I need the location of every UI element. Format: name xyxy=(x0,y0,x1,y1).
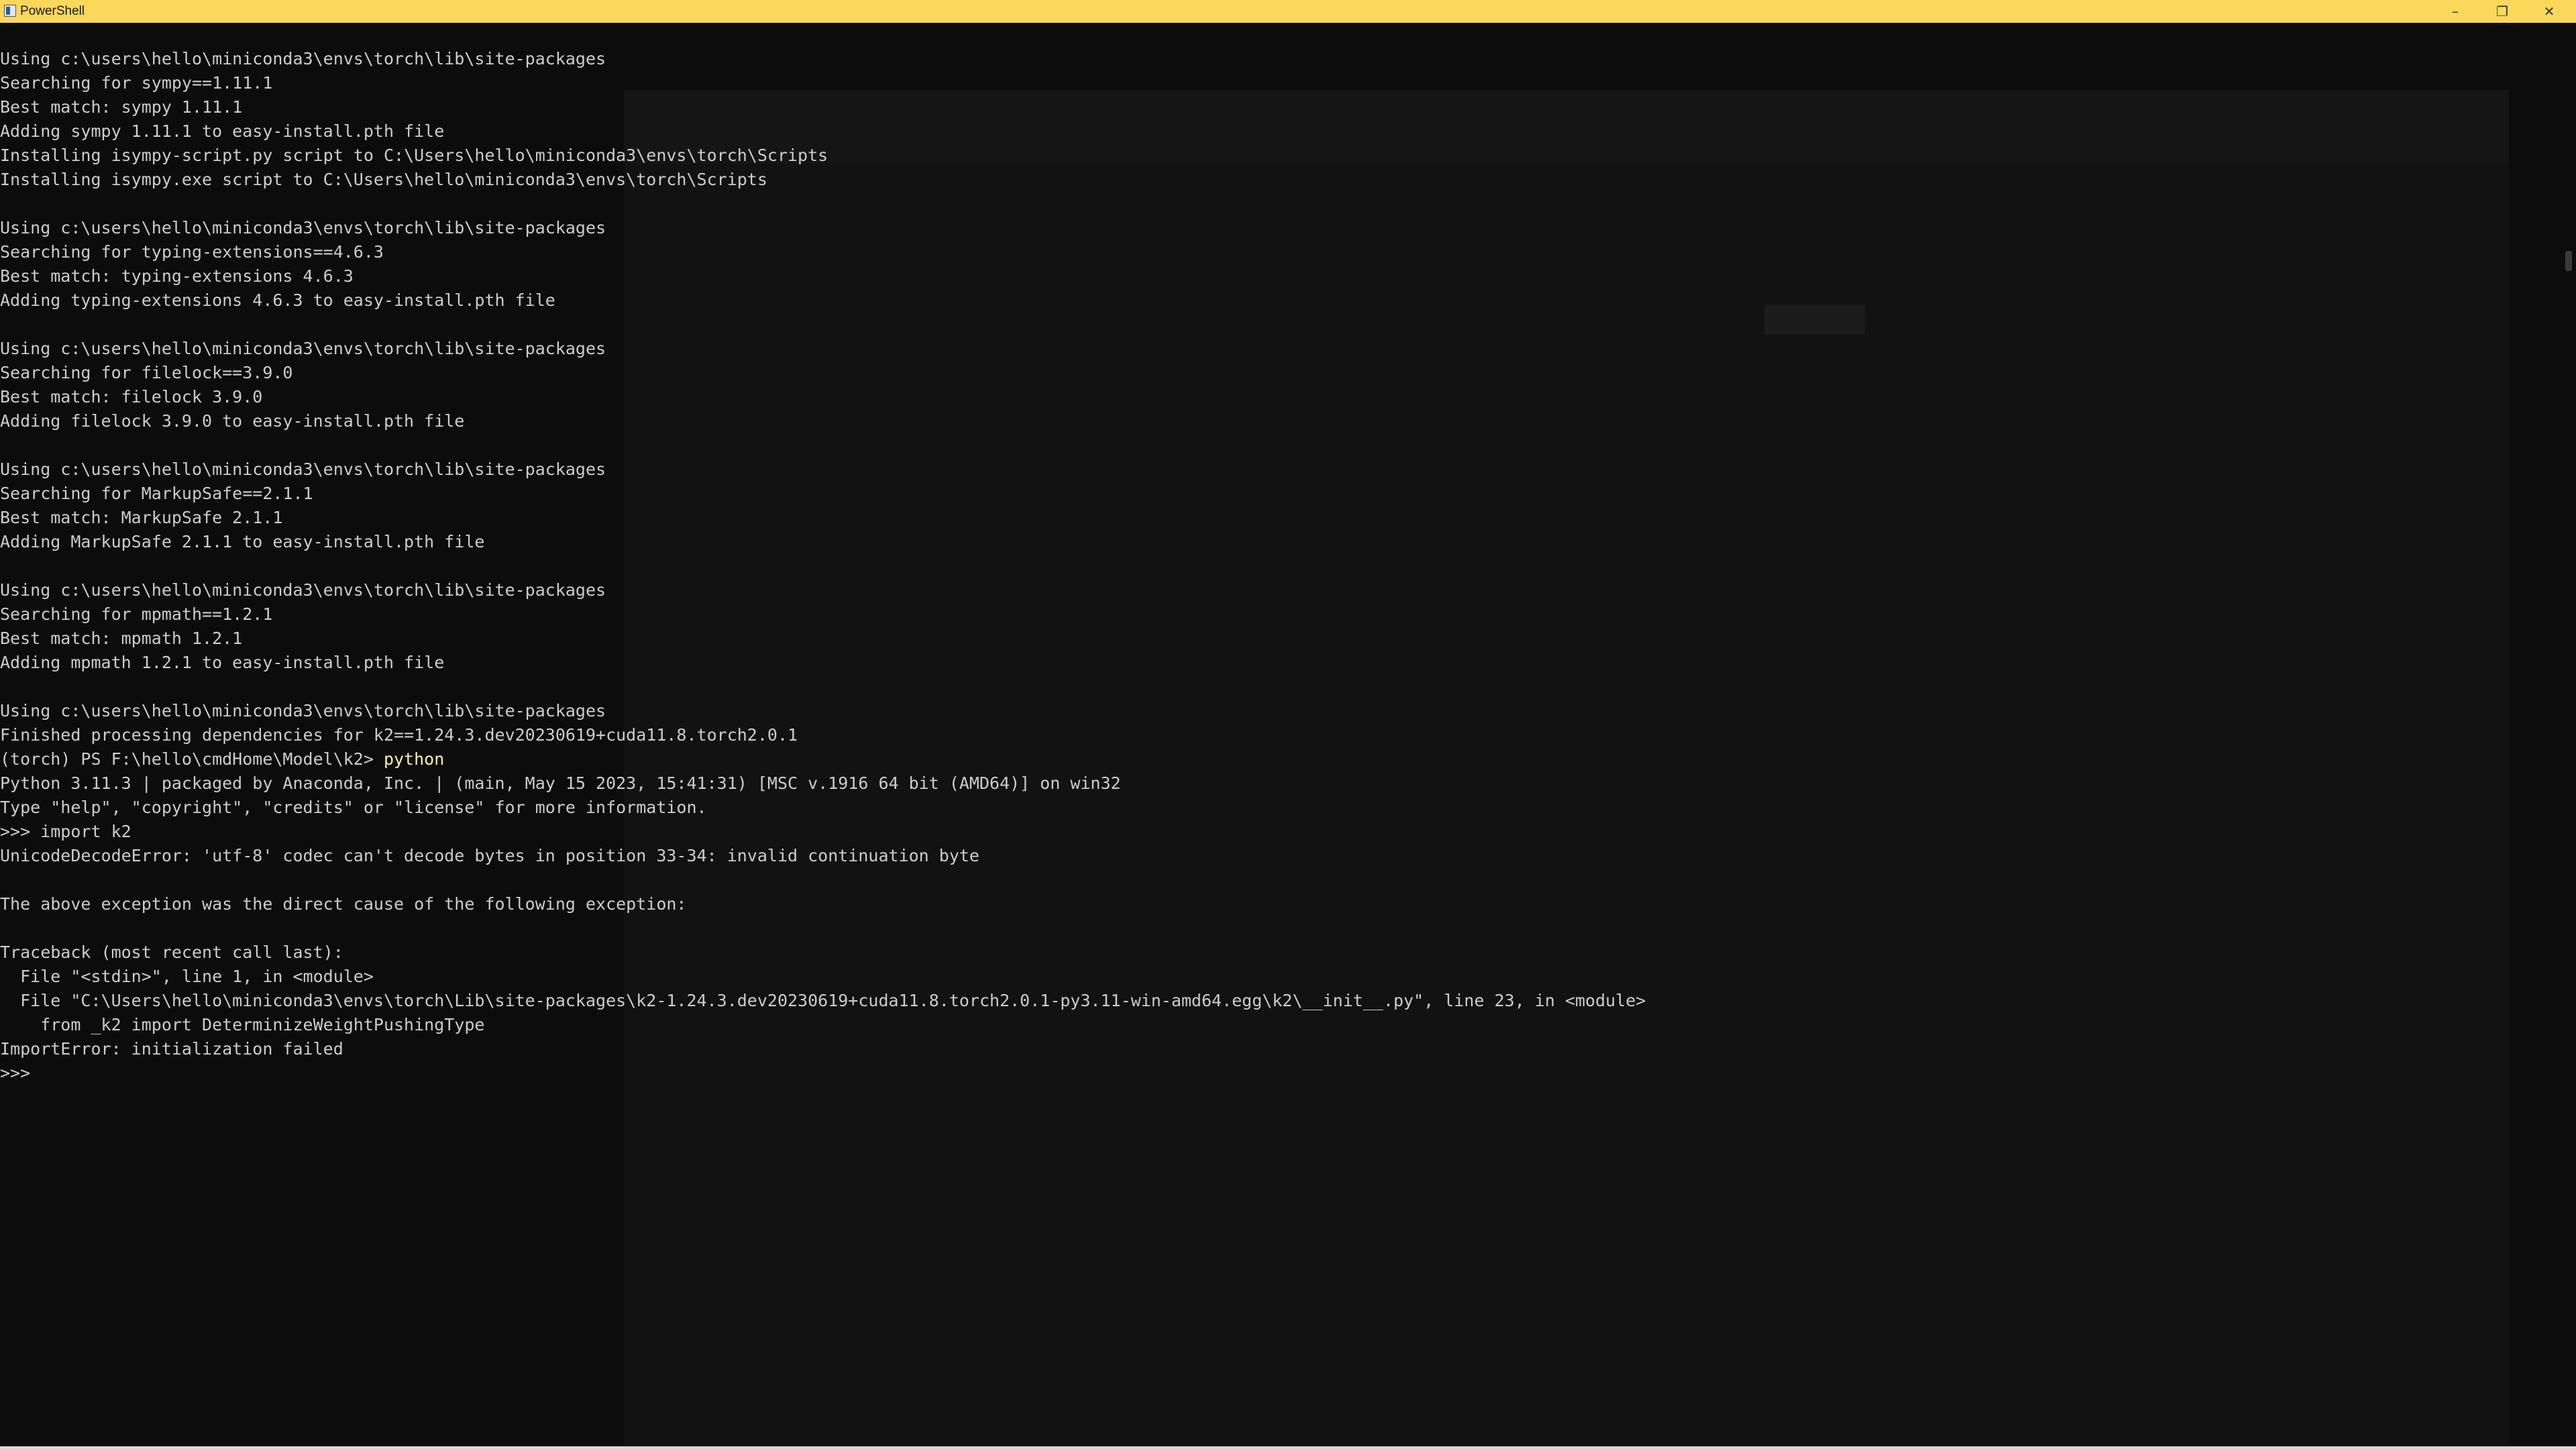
close-icon: ✕ xyxy=(2543,3,2555,19)
terminal-line: Using c:\users\hello\miniconda3\envs\tor… xyxy=(0,218,606,237)
terminal-line: Installing isympy-script.py script to C:… xyxy=(0,146,828,165)
terminal-line: Best match: mpmath 1.2.1 xyxy=(0,629,243,648)
terminal-text: Using c:\users\hello\miniconda3\envs\tor… xyxy=(0,47,2549,1085)
terminal-line: Searching for sympy==1.11.1 xyxy=(0,73,273,93)
terminal-line: >>> import k2 xyxy=(0,822,131,841)
terminal-line: Using c:\users\hello\miniconda3\envs\tor… xyxy=(0,701,606,720)
terminal-line: Using c:\users\hello\miniconda3\envs\tor… xyxy=(0,49,606,68)
shell-prompt: (torch) PS F:\hello\cmdHome\Model\k2> xyxy=(0,749,384,769)
terminal-line: Adding filelock 3.9.0 to easy-install.pt… xyxy=(0,411,465,431)
terminal-line: ImportError: initialization failed xyxy=(0,1039,343,1059)
close-button[interactable]: ✕ xyxy=(2526,0,2573,23)
terminal-line: from _k2 import DeterminizeWeightPushing… xyxy=(0,1015,485,1034)
terminal-line: Python 3.11.3 | packaged by Anaconda, In… xyxy=(0,773,1121,793)
terminal-line: UnicodeDecodeError: 'utf-8' codec can't … xyxy=(0,846,979,865)
terminal-line: Searching for MarkupSafe==2.1.1 xyxy=(0,484,313,503)
vertical-scrollbar[interactable] xyxy=(2561,23,2576,1449)
restore-icon: ❐ xyxy=(2496,3,2508,19)
terminal-line: Adding mpmath 1.2.1 to easy-install.pth … xyxy=(0,653,445,672)
powershell-window: PowerShell – ❐ ✕ Using c:\users\hello\mi… xyxy=(0,0,2576,1449)
terminal-line: The above exception was the direct cause… xyxy=(0,894,687,914)
terminal-line: Best match: MarkupSafe 2.1.1 xyxy=(0,508,283,527)
terminal-line: Best match: filelock 3.9.0 xyxy=(0,387,263,407)
terminal-line: Traceback (most recent call last): xyxy=(0,943,343,962)
prompt-line: (torch) PS F:\hello\cmdHome\Model\k2> py… xyxy=(0,747,2549,771)
terminal-line: Type "help", "copyright", "credits" or "… xyxy=(0,798,707,817)
terminal-line: Using c:\users\hello\miniconda3\envs\tor… xyxy=(0,580,606,600)
terminal-line: >>> xyxy=(0,1063,41,1083)
terminal-line: Adding sympy 1.11.1 to easy-install.pth … xyxy=(0,121,445,141)
powershell-app-icon xyxy=(4,5,16,17)
terminal-line: Adding MarkupSafe 2.1.1 to easy-install.… xyxy=(0,532,485,551)
terminal-line: Searching for mpmath==1.2.1 xyxy=(0,604,273,624)
terminal-line: Finished processing dependencies for k2=… xyxy=(0,725,798,745)
terminal-line: File "C:\Users\hello\miniconda3\envs\tor… xyxy=(0,991,1646,1010)
terminal-line: Searching for filelock==3.9.0 xyxy=(0,363,293,382)
terminal-line: Best match: typing-extensions 4.6.3 xyxy=(0,266,354,286)
terminal-line: Best match: sympy 1.11.1 xyxy=(0,97,243,117)
terminal-line: File "<stdin>", line 1, in <module> xyxy=(0,967,374,986)
install-log: Using c:\users\hello\miniconda3\envs\tor… xyxy=(0,47,2549,747)
minimize-button[interactable]: – xyxy=(2432,0,2479,23)
terminal-line: Using c:\users\hello\miniconda3\envs\tor… xyxy=(0,460,606,479)
terminal-line: Searching for typing-extensions==4.6.3 xyxy=(0,242,384,262)
title-bar[interactable]: PowerShell – ❐ ✕ xyxy=(0,0,2576,23)
window-bottom-border xyxy=(0,1446,2576,1449)
terminal-line: Using c:\users\hello\miniconda3\envs\tor… xyxy=(0,339,606,358)
restore-button[interactable]: ❐ xyxy=(2479,0,2526,23)
python-session: Python 3.11.3 | packaged by Anaconda, In… xyxy=(0,771,2549,1085)
terminal-output-area[interactable]: Using c:\users\hello\miniconda3\envs\tor… xyxy=(0,23,2561,1449)
window-title: PowerShell xyxy=(20,4,85,18)
minimize-icon: – xyxy=(2452,3,2459,19)
terminal-line: Adding typing-extensions 4.6.3 to easy-i… xyxy=(0,290,555,310)
typed-command: python xyxy=(383,749,445,769)
terminal-line: Installing isympy.exe script to C:\Users… xyxy=(0,170,767,189)
scrollbar-thumb[interactable] xyxy=(2565,251,2572,271)
